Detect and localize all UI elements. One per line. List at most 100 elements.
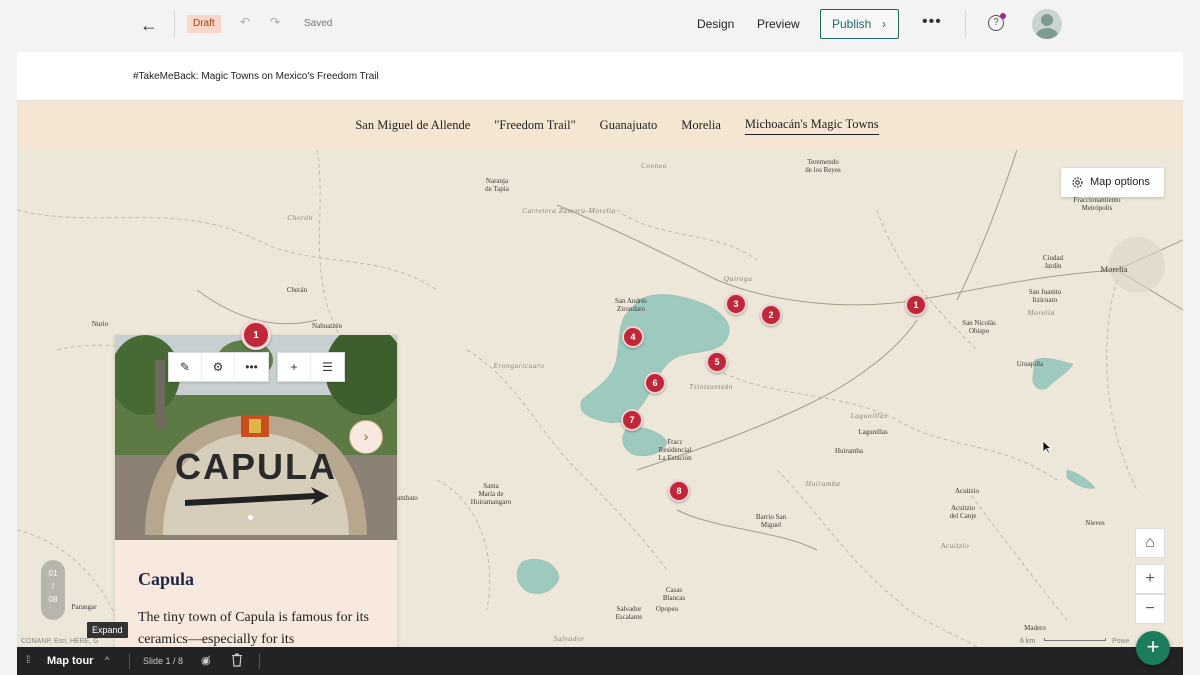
undo-icon[interactable]: ↶ <box>240 15 250 29</box>
card-title[interactable]: Capula <box>138 569 194 590</box>
hide-eye-icon[interactable]: ◉̸ <box>201 654 211 667</box>
more-options-icon[interactable]: ••• <box>235 353 268 382</box>
story-header: #TakeMeBack: Magic Towns on Mexico's Fre… <box>17 52 1183 101</box>
more-options-icon[interactable]: ••• <box>922 13 942 31</box>
map-place-label: Parangar <box>71 603 97 611</box>
draft-badge: Draft <box>187 15 221 33</box>
map-place-label: Lagunillas <box>850 411 888 420</box>
map-place-label: Nahuatzén <box>312 322 342 330</box>
map-place-label: Huiramba <box>835 447 863 455</box>
map-place-label: Lagunillas <box>858 428 888 436</box>
nav-item[interactable]: "Freedom Trail" <box>494 118 575 133</box>
map-place-label: Casas Blancas <box>662 586 686 602</box>
map-place-label: San Juanito Itzícuaro <box>1028 288 1062 304</box>
avatar-body <box>1036 28 1058 39</box>
block-title: Map tour <box>47 655 94 667</box>
home-icon[interactable]: ⌂ <box>1135 528 1165 558</box>
mouse-cursor-icon <box>1042 440 1052 454</box>
map-marker[interactable]: 4 <box>622 326 644 348</box>
map-place-label: Uruapilla <box>1016 360 1044 368</box>
add-icon[interactable]: + <box>278 353 311 382</box>
map-marker[interactable]: 6 <box>644 372 666 394</box>
map-attribution: CONANP, Esri, HERE, G <box>21 638 99 645</box>
add-block-button[interactable]: + <box>1136 631 1170 665</box>
divider <box>129 653 130 669</box>
help-icon[interactable]: ? <box>988 13 1006 31</box>
map-marker[interactable]: 5 <box>706 351 728 373</box>
slide-separator: / <box>51 582 55 591</box>
drag-handle-icon[interactable]: ⁞⁞ <box>26 655 30 666</box>
list-icon[interactable]: ☰ <box>311 353 344 382</box>
map-place-label: Salvador Escalante <box>615 605 643 621</box>
map-place-label: Nieves <box>1085 519 1105 527</box>
block-bottom-bar: ⁞⁞ Map tour ^ Slide 1 / 8 ◉̸ <box>17 647 1183 675</box>
slide-total: 08 <box>48 595 58 604</box>
settings-gear-icon[interactable]: ⚙ <box>202 353 235 382</box>
map-marker[interactable]: 3 <box>725 293 747 315</box>
card-text[interactable]: The tiny town of Capula is famous for it… <box>138 607 378 647</box>
map-options-label: Map options <box>1090 176 1150 188</box>
map-marker[interactable]: 2 <box>760 304 782 326</box>
map-place-label: San Andrés Zirondaro <box>614 297 648 313</box>
map-place-label: Salvador <box>553 634 585 643</box>
map-marker[interactable]: 7 <box>621 409 643 431</box>
pagination-dot[interactable] <box>261 515 266 520</box>
design-button[interactable]: Design <box>697 17 734 31</box>
publish-button[interactable]: Publish › <box>820 9 899 39</box>
nav-items: San Miguel de Allende "Freedom Trail" Guan… <box>17 101 1183 150</box>
powered-by-label: Powe <box>1112 638 1130 645</box>
map-marker[interactable]: 1 <box>905 294 927 316</box>
map-place-label: Quiroga <box>723 274 753 283</box>
map-place-label: Fraccionamiento Metrópolis <box>1073 196 1121 212</box>
map-place-label: Acuitzio <box>954 487 980 495</box>
divider <box>259 653 260 669</box>
map-marker-active[interactable]: 1 <box>241 320 271 350</box>
map-view[interactable]: Coeneo Teremendo de los Reyes Naranja de T… <box>17 150 1183 647</box>
map-place-label: Coeneo <box>641 161 667 170</box>
zoom-in-button[interactable]: + <box>1135 564 1165 594</box>
map-place-label: Morelia <box>1027 308 1055 317</box>
pencil-icon[interactable]: ✎ <box>169 353 202 382</box>
nav-item[interactable]: Morelia <box>681 118 721 133</box>
pagination-dot[interactable] <box>248 515 253 520</box>
trash-icon[interactable] <box>231 653 243 667</box>
map-place-label: Huiramba <box>805 479 841 488</box>
preview-button[interactable]: Preview <box>757 17 800 31</box>
slide-counter[interactable]: 01 / 08 <box>41 560 65 620</box>
zoom-out-button[interactable]: − <box>1135 594 1165 624</box>
chevron-up-icon[interactable]: ^ <box>105 655 109 665</box>
add-toolbar-group: + ☰ <box>277 352 345 382</box>
map-place-label: Cherán <box>287 213 313 222</box>
map-place-label: Barrio San Miguel <box>755 513 787 529</box>
scale-label: 6 km <box>1020 638 1036 645</box>
avatar[interactable] <box>1032 9 1062 39</box>
next-image-button[interactable]: › <box>349 420 383 454</box>
slide-indicator: Slide 1 / 8 <box>143 656 184 666</box>
map-place-label: Teremendo de los Reyes <box>805 158 841 174</box>
story-title[interactable]: #TakeMeBack: Magic Towns on Mexico's Fre… <box>133 71 379 82</box>
map-place-label: Opopeo <box>655 605 679 613</box>
expand-tooltip: Expand <box>87 622 128 638</box>
gear-icon <box>1072 177 1083 188</box>
map-place-label: Santa María de Huiramangaro <box>470 482 512 506</box>
map-place-label: Fracc Residencial La Estación <box>658 438 692 462</box>
map-place-label: Madero <box>1024 624 1046 632</box>
saved-status: Saved <box>304 18 333 29</box>
map-place-label: Morelia <box>1100 264 1128 274</box>
map-marker[interactable]: 8 <box>668 480 690 502</box>
svg-text:CAPULA: CAPULA <box>175 446 337 487</box>
slide-current: 01 <box>48 569 58 578</box>
publish-label: Publish <box>832 17 872 31</box>
nav-item[interactable]: San Miguel de Allende <box>355 118 470 133</box>
map-options-button[interactable]: Map options <box>1061 168 1164 197</box>
scale-bar <box>1044 638 1106 641</box>
map-place-label: Tzintzuntzán <box>689 382 733 391</box>
map-place-label: Nurio <box>91 320 109 328</box>
map-place-label: Naranja de Tapia <box>485 177 509 193</box>
map-place-label: San Nicolás Obispo <box>962 319 996 335</box>
redo-icon[interactable]: ↷ <box>270 15 280 29</box>
nav-item[interactable]: Guanajuato <box>600 118 658 133</box>
divider <box>965 10 966 38</box>
back-arrow-icon[interactable]: ← <box>138 14 160 36</box>
nav-item[interactable]: Michoacán's Magic Towns <box>744 117 879 135</box>
